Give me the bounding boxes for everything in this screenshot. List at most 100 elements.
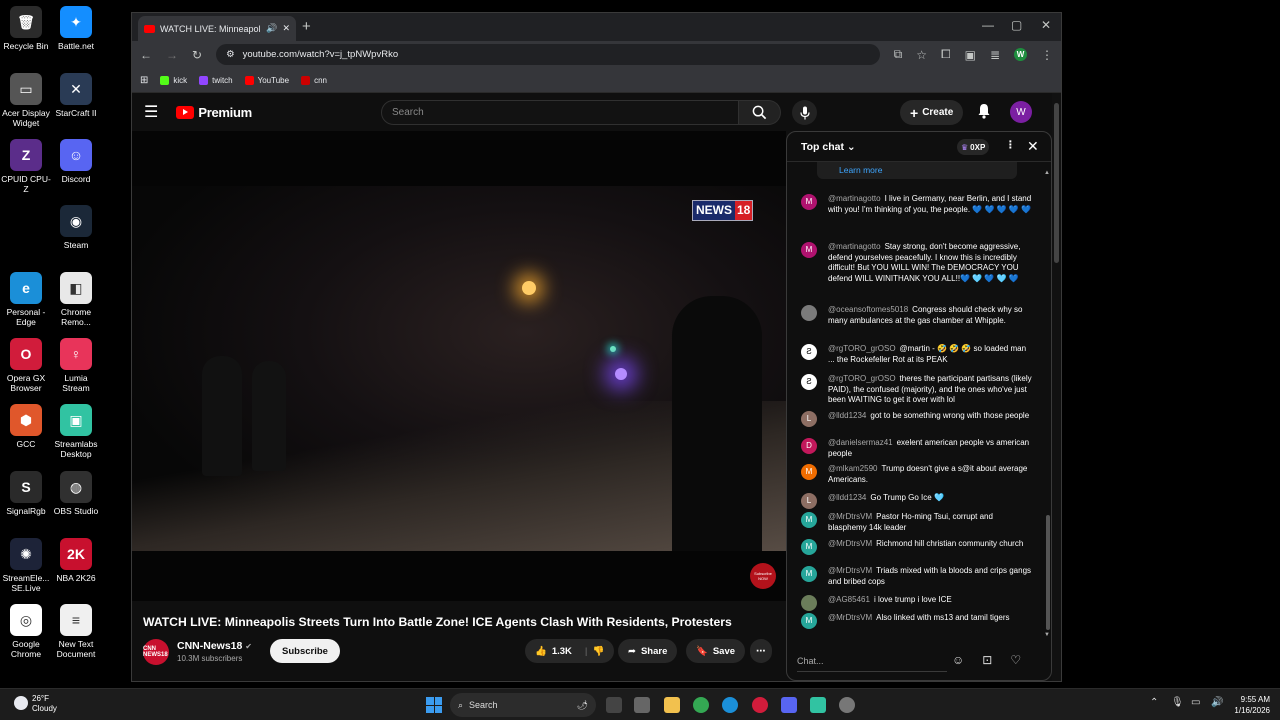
volume-tray-icon[interactable]: 🔊 [1211,697,1223,708]
back-icon[interactable]: ← [140,48,152,62]
desktop-icon[interactable]: ◧ Chrome Remo... [50,272,102,327]
notifications-bell-icon[interactable] [977,103,991,124]
bookmark-item[interactable]: YouTube [244,75,289,85]
page-scrollbar[interactable] [1052,93,1061,681]
chat-author-avatar[interactable]: Ƨ [801,344,817,360]
chat-author-name[interactable]: @danielsermaz41 [828,438,893,447]
extensions-icon[interactable]: ⧠ [941,47,951,62]
chat-message[interactable]: @oceansoftomes5018 Congress should check … [801,305,1033,326]
chrome-taskbar-icon[interactable] [693,697,709,713]
more-actions-button[interactable]: ⋯ [750,639,772,663]
scroll-up-icon[interactable]: ▲ [1044,170,1050,176]
super-chat-icon[interactable]: ⊡ [982,653,992,667]
chat-scrollbar[interactable]: ▲ ▼ [1044,170,1050,640]
desktop-icon[interactable]: ☺ Discord [50,139,102,184]
chat-author-avatar[interactable]: M [801,539,817,555]
app-taskbar-icon[interactable] [839,697,855,713]
channel-name-text[interactable]: CNN-News18 [177,640,242,652]
chat-author-avatar[interactable]: L [801,493,817,509]
streamlabs-taskbar-icon[interactable] [810,697,826,713]
like-button[interactable]: 👍 1.3K | 👎 [525,639,615,663]
bookmark-item[interactable]: kick [160,75,187,85]
page-scroll-thumb[interactable] [1054,103,1059,263]
subscribe-button[interactable]: Subscribe [270,639,340,663]
chat-message[interactable]: D @danielsermaz41 exelent american people … [801,438,1033,459]
desktop-icon[interactable]: ♀ Lumia Stream [50,338,102,393]
chat-message[interactable]: Ƨ @rgTORO_grOSO @martin - 🤣 🤣 🤣 so loaded … [801,344,1033,365]
chat-author-avatar[interactable]: M [801,512,817,528]
chat-message[interactable]: M @martinagotto Stay strong, don't become … [801,242,1033,285]
save-button[interactable]: 🔖 Save [686,639,746,663]
chat-message[interactable]: @AG85461 i love trump i love ICE [801,595,1033,611]
profile-avatar[interactable]: W [1014,48,1027,61]
chat-message[interactable]: Ƨ @rgTORO_grOSO theres the participant par… [801,374,1033,406]
address-bar[interactable]: ⚙ youtube.com/watch?v=j_tpNWpvRko [216,44,880,65]
window-close-icon[interactable]: ✕ [1041,18,1051,32]
account-avatar[interactable]: W [1010,101,1032,123]
desktop-icon[interactable]: S SignalRgb [0,471,52,516]
file-explorer-icon[interactable] [664,697,680,713]
desktop-icon[interactable]: ◎ Google Chrome [0,604,52,659]
xp-badge[interactable]: ♛ 0XP [957,139,990,155]
maximize-icon[interactable]: ▢ [1011,18,1022,32]
chat-author-name[interactable]: @martinagotto [828,194,881,203]
widgets-icon[interactable] [634,697,650,713]
desktop-icon[interactable]: ▣ Streamlabs Desktop [50,404,102,459]
chat-message[interactable]: M @MrDtrsVM Also linked with ms13 and tami… [801,613,1033,629]
search-input[interactable]: Search [381,100,739,125]
desktop-icon[interactable]: ▭ Acer Display Widget [0,73,52,128]
chat-author-name[interactable]: @mlkam2590 [828,464,877,473]
desktop-icon[interactable]: ✕ StarCraft II [50,73,102,118]
channel-name[interactable]: CNN-News18 ✔ [177,640,252,652]
create-button[interactable]: + Create [900,100,964,125]
chat-mode-dropdown[interactable]: Top chat ⌄ [801,141,856,153]
cast-icon[interactable]: ⧉ [894,47,903,62]
desktop-icon[interactable]: ◉ Steam [50,205,102,250]
chat-author-avatar[interactable] [801,305,817,321]
chat-message[interactable]: M @mlkam2590 Trump doesn't give a s@it abo… [801,464,1033,485]
heart-icon[interactable]: ♡ [1010,653,1021,667]
chat-author-name[interactable]: @rgTORO_grOSO [828,374,896,383]
taskbar-search[interactable]: ⌕ Search 🌶 [450,693,596,717]
desktop-icon[interactable]: Z CPUID CPU-Z [0,139,52,194]
desktop-icon[interactable]: ⬢ GCC [0,404,52,449]
learn-more-link[interactable]: Learn more [817,162,1017,179]
chat-author-name[interactable]: @MrDtrsVM [828,613,872,622]
hamburger-menu-icon[interactable]: ☰ [144,102,158,122]
chat-author-name[interactable]: @martinagotto [828,242,881,251]
opera-gx-taskbar-icon[interactable] [752,697,768,713]
chat-author-name[interactable]: @lldd1234 [828,411,866,420]
clock[interactable]: 9:55 AM 1/16/2026 [1226,694,1270,716]
discord-taskbar-icon[interactable] [781,697,797,713]
desktop-icon[interactable]: 2K NBA 2K26 [50,538,102,583]
chat-message[interactable]: M @MrDtrsVM Triads mixed with la bloods an… [801,566,1033,587]
forward-icon[interactable]: → [166,48,178,62]
tab-search-icon[interactable]: ≣ [990,48,1000,62]
desktop-icon[interactable]: 🗑 Recycle Bin [0,6,52,51]
chat-author-name[interactable]: @MrDtrsVM [828,539,872,548]
search-button[interactable] [739,100,781,125]
chat-mode-label[interactable]: Top chat [801,141,844,153]
mic-tray-icon[interactable]: 🎙 [1171,697,1184,708]
weather-widget[interactable]: 26°F Cloudy [14,694,57,714]
emoji-icon[interactable]: ☺ [952,653,964,667]
task-view-icon[interactable] [606,697,622,713]
chat-author-name[interactable]: @MrDtrsVM [828,512,872,521]
chat-message[interactable]: M @MrDtrsVM Richmond hill christian commun… [801,539,1033,555]
chat-author-avatar[interactable]: M [801,194,817,210]
display-tray-icon[interactable]: ▭ [1191,697,1200,708]
desktop-icon[interactable]: ≡ New Text Document [50,604,102,659]
desktop-icon[interactable]: ✦ Battle.net [50,6,102,51]
desktop-icon[interactable]: ◍ OBS Studio [50,471,102,516]
reload-icon[interactable]: ↻ [192,48,202,62]
chat-author-name[interactable]: @oceansoftomes5018 [828,305,908,314]
chat-author-avatar[interactable]: D [801,438,817,454]
apps-grid-icon[interactable]: ⊞ [140,75,148,86]
chat-input[interactable]: Chat... [797,650,947,672]
chat-author-avatar[interactable] [801,595,817,611]
bookmark-star-icon[interactable]: ☆ [916,48,927,62]
subscribe-watermark[interactable]: Subscribe NOW [750,563,776,589]
start-windows-icon[interactable] [426,697,442,713]
chat-author-avatar[interactable]: M [801,464,817,480]
channel-avatar[interactable]: CNN NEWS18 [143,639,169,665]
